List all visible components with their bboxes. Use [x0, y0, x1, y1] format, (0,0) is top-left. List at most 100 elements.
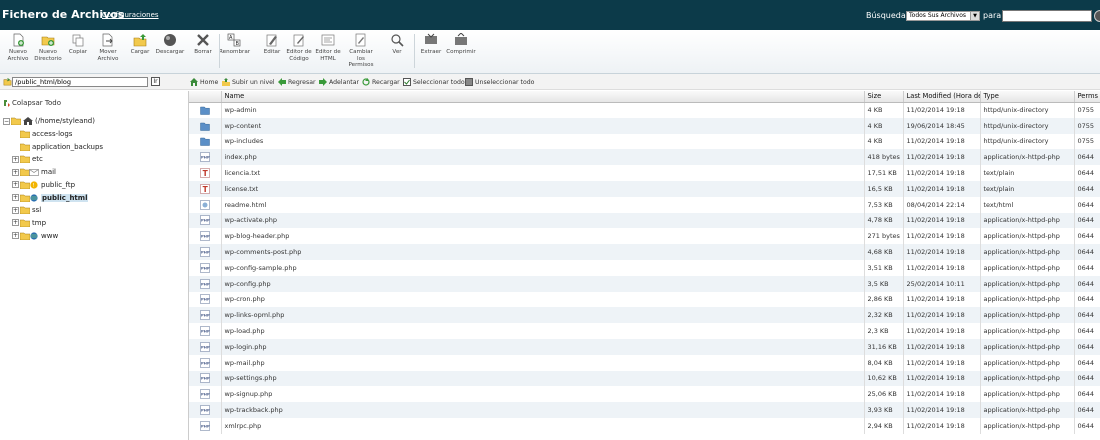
table-row[interactable]: PHP wp-login.php 31,16 KB 11/02/2014 19:18 a… [189, 338, 1100, 355]
file-name[interactable]: wp-trackback.php [221, 402, 865, 418]
upload-button[interactable]: Cargar [125, 33, 155, 56]
tree-root[interactable]: − (/home/styleand) [3, 116, 95, 127]
type-column-header[interactable]: Type [980, 91, 1075, 103]
table-row[interactable]: PHP wp-load.php 2,3 KB 11/02/2014 19:18 appl… [189, 323, 1100, 339]
tree-item-mail[interactable]: + mail [12, 167, 56, 178]
file-name[interactable]: wp-mail.php [221, 354, 865, 371]
file-name[interactable]: xmlrpc.php [221, 417, 865, 434]
new-file-button[interactable]: Nuevo Archivo [3, 33, 33, 62]
file-name[interactable]: wp-signup.php [221, 386, 865, 403]
file-name[interactable]: wp-admin [221, 102, 865, 118]
file-size: 16,5 KB [864, 180, 904, 197]
tree-item-etc[interactable]: + etc [12, 154, 43, 165]
modified-column-header[interactable]: Last Modified (Hora de v [903, 91, 981, 103]
go-button[interactable]: Ir [151, 77, 160, 86]
settings-link[interactable]: Configuraciones [102, 11, 159, 19]
search-go-icon[interactable] [1094, 10, 1100, 22]
file-name[interactable]: license.txt [221, 180, 865, 197]
tree-item-application-backups[interactable]: application_backups [20, 142, 103, 153]
compress-button[interactable]: Comprimir [446, 33, 476, 56]
file-name[interactable]: wp-blog-header.php [221, 228, 865, 245]
tree-item-ssl[interactable]: + ssl [12, 205, 41, 216]
file-name[interactable]: wp-content [221, 117, 865, 134]
collapse-all-button[interactable]: Colapsar Todo [3, 99, 61, 107]
expand-toggle-icon[interactable]: + [12, 206, 19, 214]
forward-button[interactable]: Adelantar [319, 78, 359, 86]
file-name[interactable]: licencia.txt [221, 165, 865, 181]
table-row[interactable]: PHP wp-config-sample.php 3,51 KB 11/02/2014… [189, 259, 1100, 276]
table-row[interactable]: PHP wp-comments-post.php 4,68 KB 11/02/2014… [189, 244, 1100, 260]
home-button[interactable]: Home [190, 78, 218, 86]
expand-toggle-icon[interactable]: + [12, 194, 19, 201]
php-file-icon: PHP [199, 421, 210, 431]
search-scope-select[interactable]: Todos Sus Archivos ▼ [906, 11, 980, 21]
path-input[interactable]: /public_html/blog [12, 77, 148, 87]
table-row[interactable]: PHP wp-mail.php 8,04 KB 11/02/2014 19:18 app… [189, 354, 1100, 371]
expand-toggle-icon[interactable]: + [12, 181, 19, 189]
php-file-icon: PHP [199, 310, 210, 321]
name-column-header[interactable]: Name [221, 91, 865, 103]
file-name[interactable]: wp-settings.php [221, 370, 865, 387]
file-size: 2,32 KB [864, 307, 904, 324]
tree-item-tmp[interactable]: + tmp [12, 218, 46, 229]
perms-column-header[interactable]: Perms [1074, 91, 1100, 103]
table-row[interactable]: PHP wp-config.php 3,5 KB 25/02/2014 10:11 ap… [189, 275, 1100, 292]
html-editor-button[interactable]: Editor de HTML [313, 33, 343, 62]
file-name[interactable]: readme.html [221, 196, 865, 213]
back-button[interactable]: Regresar [278, 78, 316, 86]
tree-item-public-html[interactable]: + public_html [12, 193, 89, 204]
file-name[interactable]: wp-config-sample.php [221, 259, 865, 276]
new-folder-button[interactable]: Nuevo Directorio [33, 33, 63, 62]
file-name[interactable]: wp-config.php [221, 275, 865, 292]
table-row[interactable]: Tlicense.txt 16,5 KB 11/02/2014 19:18 text/… [189, 180, 1100, 197]
size-column-header[interactable]: Size [864, 91, 904, 103]
table-row[interactable]: readme.html 7,53 KB 08/04/2014 22:14 text/h… [189, 196, 1100, 213]
edit-button[interactable]: Editar [257, 33, 287, 56]
table-row[interactable]: PHP xmlrpc.php 2,94 KB 11/02/2014 19:18 appl… [189, 417, 1100, 434]
table-row[interactable]: wp-content 4 KB 19/06/2014 18:45 httpd/unix… [189, 117, 1100, 134]
file-name[interactable]: wp-cron.php [221, 291, 865, 308]
table-row[interactable]: wp-admin 4 KB 11/02/2014 19:18 httpd/unix-d… [189, 102, 1100, 118]
permissions-button[interactable]: Cambiar los Permisos [346, 33, 376, 69]
expand-toggle-icon[interactable]: + [12, 232, 19, 240]
code-editor-button[interactable]: Editor de Código [284, 33, 314, 62]
extract-button[interactable]: Extraer [416, 33, 446, 56]
table-row[interactable]: PHP index.php 418 bytes 11/02/2014 19:18 app… [189, 149, 1100, 166]
select-all-button[interactable]: Seleccionar todo [403, 78, 465, 86]
copy-button[interactable]: Copiar [63, 33, 93, 56]
table-row[interactable]: PHP wp-activate.php 4,78 KB 11/02/2014 19:1… [189, 212, 1100, 229]
deselect-all-button[interactable]: Unseleccionar todo [465, 78, 534, 86]
view-button[interactable]: Ver [382, 33, 412, 56]
file-name[interactable]: wp-includes [221, 133, 865, 150]
table-row[interactable]: PHP wp-settings.php 10,62 KB 11/02/2014 19:… [189, 370, 1100, 387]
table-row[interactable]: Tlicencia.txt 17,51 KB 11/02/2014 19:18 tex… [189, 165, 1100, 181]
expand-toggle-icon[interactable]: + [12, 168, 19, 176]
table-row[interactable]: PHP wp-trackback.php 3,93 KB 11/02/2014 19:… [189, 402, 1100, 418]
rename-button[interactable]: A B Renombrar [219, 33, 250, 56]
tree-item-public-ftp[interactable]: +! public_ftp [12, 180, 75, 191]
expand-toggle-icon[interactable]: + [12, 219, 19, 227]
file-name[interactable]: wp-activate.php [221, 212, 865, 229]
tree-item-www[interactable]: + www [12, 231, 58, 242]
collapse-toggle-icon[interactable]: − [3, 117, 10, 125]
reload-button[interactable]: Recargar [362, 78, 400, 86]
file-name[interactable]: wp-comments-post.php [221, 244, 865, 260]
table-row[interactable]: PHP wp-signup.php 25,06 KB 11/02/2014 19:18… [189, 386, 1100, 403]
up-level-button[interactable]: Subir un nivel [222, 78, 275, 86]
svg-text:T: T [202, 169, 208, 178]
download-button[interactable]: Descargar [155, 33, 185, 56]
table-row[interactable]: PHP wp-cron.php 2,86 KB 11/02/2014 19:18 app… [189, 291, 1100, 308]
search-input[interactable] [1002, 10, 1092, 22]
file-perms: 0644 [1074, 244, 1100, 260]
table-row[interactable]: PHP wp-blog-header.php 271 bytes 11/02/2014… [189, 228, 1100, 245]
file-name[interactable]: wp-login.php [221, 338, 865, 355]
table-row[interactable]: wp-includes 4 KB 11/02/2014 19:18 httpd/uni… [189, 133, 1100, 150]
file-name[interactable]: wp-links-opml.php [221, 307, 865, 324]
file-name[interactable]: index.php [221, 149, 865, 166]
tree-item-access-logs[interactable]: access-logs [20, 129, 72, 140]
delete-button[interactable]: Borrar [188, 33, 218, 56]
expand-toggle-icon[interactable]: + [12, 155, 19, 163]
move-file-button[interactable]: Mover Archivo [93, 33, 123, 62]
file-name[interactable]: wp-load.php [221, 323, 865, 339]
table-row[interactable]: PHP wp-links-opml.php 2,32 KB 11/02/2014 19… [189, 307, 1100, 324]
